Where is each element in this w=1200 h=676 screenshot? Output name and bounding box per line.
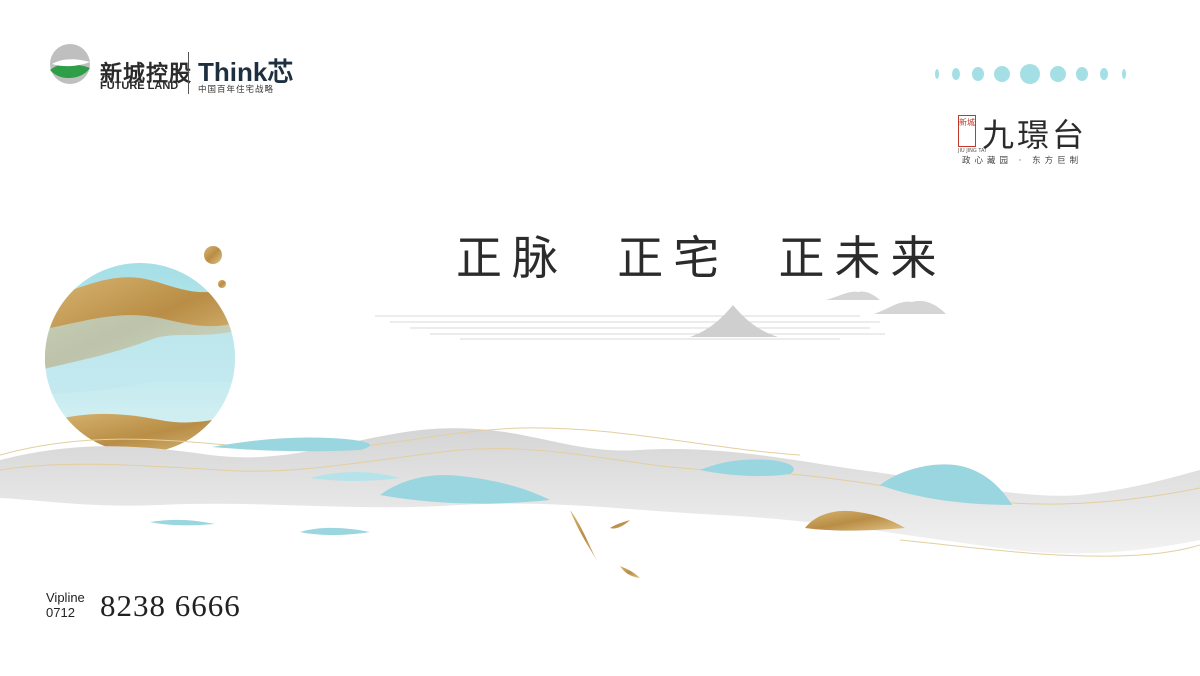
brand-name-en: FUTURE LAND <box>100 80 179 92</box>
vipline-label: Vipline 0712 <box>46 590 85 620</box>
brand-divider <box>188 52 189 94</box>
cloud-2 <box>874 300 946 314</box>
area-code: 0712 <box>46 605 75 620</box>
gold-dot-large <box>204 246 222 264</box>
vipline-text: Vipline <box>46 590 85 605</box>
mountain-range <box>0 427 1200 578</box>
landscape-art <box>0 246 1200 578</box>
think-subtitle: 中国百年住宅战略 <box>198 85 275 95</box>
cloud-1 <box>826 291 880 300</box>
headline: 正脉 正宅 正未来 <box>456 231 947 285</box>
vip-phone-number[interactable]: 8238 6666 <box>100 588 241 624</box>
small-peak <box>690 305 778 337</box>
sun-circle <box>45 263 235 453</box>
horizon-lines <box>375 315 885 340</box>
gold-dot-small <box>218 280 226 288</box>
project-name: 九璟台 <box>982 116 1088 154</box>
project-seal: 新城 <box>958 115 976 147</box>
project-slogan: 政心藏园 · 东方巨制 <box>962 156 1083 166</box>
